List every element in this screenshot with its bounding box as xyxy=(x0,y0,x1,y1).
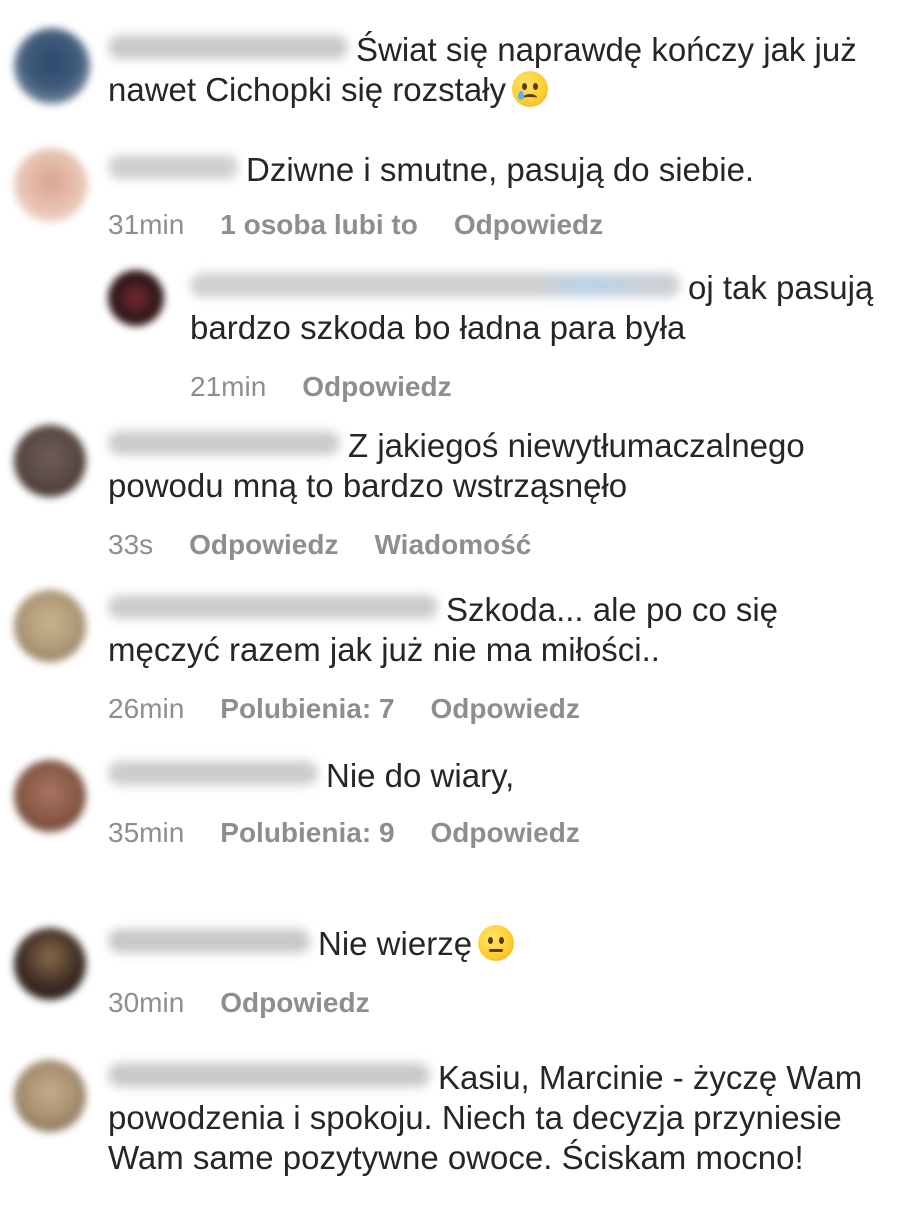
username-blurred[interactable] xyxy=(108,35,348,60)
reply-button[interactable]: Odpowiedz xyxy=(220,987,369,1018)
username-blurred[interactable] xyxy=(108,431,340,456)
username-blurred[interactable] xyxy=(190,273,680,298)
comment-meta: 35min Polubienia: 9 Odpowiedz xyxy=(108,816,616,850)
reply-button[interactable]: Odpowiedz xyxy=(431,817,580,848)
avatar[interactable] xyxy=(14,590,86,662)
avatar[interactable] xyxy=(14,148,88,222)
timestamp: 26min xyxy=(108,693,185,724)
likes-count[interactable]: Polubienia: 9 xyxy=(220,817,394,848)
avatar[interactable] xyxy=(14,425,86,497)
avatar[interactable] xyxy=(14,28,90,104)
avatar[interactable] xyxy=(14,928,86,1000)
comment-text: Świat się naprawdę kończy jak już nawet … xyxy=(108,31,857,108)
crying-face-emoji xyxy=(512,71,548,108)
comment-text: Kasiu, Marcinie - życzę Wam powodzenia i… xyxy=(108,1059,863,1176)
reply-button[interactable]: Odpowiedz xyxy=(431,693,580,724)
comment-text: Dziwne i smutne, pasują do siebie. xyxy=(108,150,878,190)
comment-meta: 31min 1 osoba lubi to Odpowiedz xyxy=(108,208,639,242)
message-button[interactable]: Wiadomość xyxy=(374,529,531,560)
comment-text: Z jakiegoś niewytłumaczalnego powodu mną… xyxy=(108,427,805,504)
timestamp: 30min xyxy=(108,987,185,1018)
username-blurred[interactable] xyxy=(108,1063,430,1088)
reply-button[interactable]: Odpowiedz xyxy=(454,209,603,240)
avatar[interactable] xyxy=(14,760,86,832)
likes-count[interactable]: 1 osoba lubi to xyxy=(220,209,418,240)
timestamp: 31min xyxy=(108,209,185,240)
avatar[interactable] xyxy=(14,1060,86,1132)
comment-meta: 26min Polubienia: 7 Odpowiedz xyxy=(108,692,616,726)
comment-text: oj tak pasują bardzo szkoda bo ładna par… xyxy=(190,269,874,346)
username-blurred[interactable] xyxy=(108,155,238,180)
likes-count[interactable]: Polubienia: 7 xyxy=(220,693,394,724)
reply-button[interactable]: Odpowiedz xyxy=(189,529,338,560)
avatar[interactable] xyxy=(108,270,164,326)
comment-meta: 33s Odpowiedz Wiadomość xyxy=(108,528,567,562)
comment-text: Nie wierzę xyxy=(108,924,878,964)
comment-meta: 30min Odpowiedz xyxy=(108,986,406,1020)
username-blurred[interactable] xyxy=(108,595,438,620)
comment-meta: 21min Odpowiedz xyxy=(190,370,488,404)
timestamp: 33s xyxy=(108,529,154,560)
timestamp: 35min xyxy=(108,817,185,848)
reply-button[interactable]: Odpowiedz xyxy=(302,371,451,402)
comment-text: Szkoda... ale po co się męczyć razem jak… xyxy=(108,591,779,668)
neutral-face-emoji xyxy=(478,925,515,962)
username-blurred[interactable] xyxy=(108,929,310,954)
username-blurred[interactable] xyxy=(108,761,318,786)
timestamp: 21min xyxy=(190,371,267,402)
comment-text: Nie do wiary, xyxy=(108,756,878,796)
